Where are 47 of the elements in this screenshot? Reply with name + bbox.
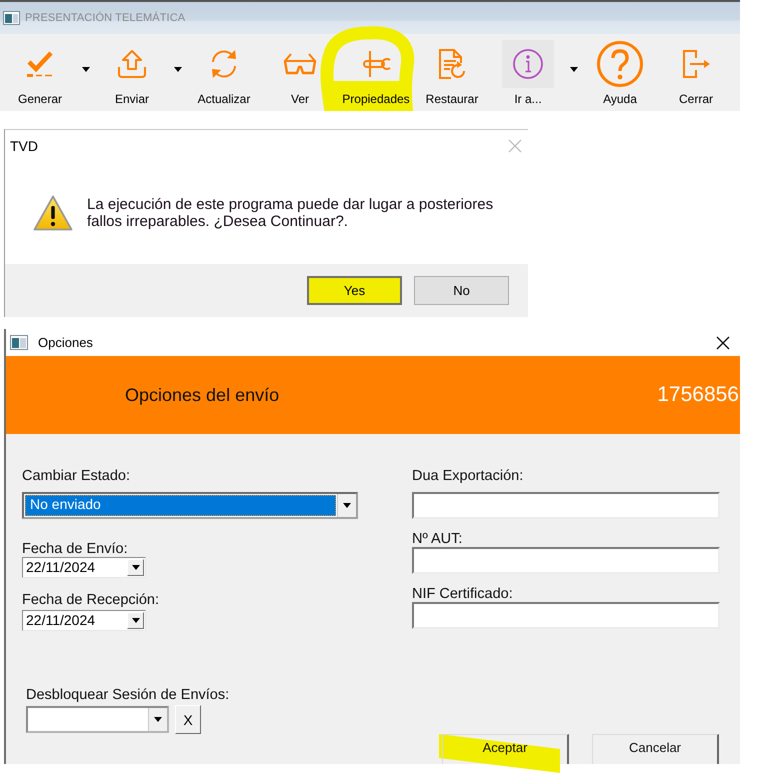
field-label: Nº AUT:	[412, 531, 464, 547]
warning-icon	[33, 195, 73, 231]
field-label: Cambiar Estado:	[22, 468, 131, 484]
dropdown-field[interactable]: No enviado	[22, 492, 358, 519]
dropdown-button[interactable]	[337, 494, 356, 517]
field-label: NIF Certificado:	[412, 586, 514, 602]
dialog-button[interactable]: No	[414, 276, 509, 305]
field-label: Desbloquear Sesión de Envíos:	[26, 687, 230, 703]
dialog-button[interactable]: Aceptar	[442, 734, 569, 764]
caret-icon	[570, 66, 578, 72]
caret-icon	[174, 66, 182, 72]
window-icon	[10, 335, 28, 350]
toolbar-button[interactable]: Restaurar	[426, 39, 478, 107]
field-label: Dua Exportación:	[412, 468, 524, 484]
caret-icon	[132, 565, 140, 570]
dialog-title: Opciones	[38, 335, 93, 350]
banner-title: Opciones del envío	[125, 384, 280, 406]
clear-button[interactable]: X	[175, 705, 201, 734]
toolbar-button[interactable]: Ayuda	[596, 39, 644, 107]
toolbar-button[interactable]: Actualizar	[198, 39, 250, 107]
field-label: Fecha de Envío:	[22, 541, 129, 557]
toolbar-button[interactable]: Ver	[283, 39, 317, 107]
caret-icon	[343, 503, 351, 508]
text-field[interactable]	[412, 492, 720, 519]
toolbar-button[interactable]: Cerrar	[678, 39, 713, 107]
date-field[interactable]: 22/11/2024	[22, 610, 146, 631]
date-field[interactable]: 22/11/2024	[22, 557, 146, 578]
window-title: PRESENTACIÓN TELEMÁTICA	[25, 12, 186, 24]
toolbar-button[interactable]: Enviar	[114, 39, 149, 107]
caret-icon	[132, 618, 140, 623]
dropdown-field[interactable]	[26, 706, 169, 733]
dropdown-button[interactable]	[148, 708, 167, 731]
text-field[interactable]	[412, 547, 720, 574]
window-icon	[3, 11, 20, 25]
toolbar-button[interactable]: Generar	[18, 39, 62, 107]
dialog-message: La ejecución de este programa puede dar lugar a posteriores fallos irreparables. ¿Desea Continuar?.	[87, 196, 494, 230]
dialog-button[interactable]: Cancelar	[592, 734, 719, 764]
caret-icon	[82, 66, 90, 72]
dialog-button[interactable]: Yes	[307, 276, 402, 305]
dialog-title: TVD	[10, 138, 38, 154]
shipment-number: 1756856	[657, 383, 739, 408]
text-field[interactable]	[412, 602, 720, 629]
caret-icon	[154, 717, 162, 722]
field-label: Fecha de Recepción:	[22, 592, 160, 608]
close-icon[interactable]	[716, 336, 730, 350]
selected-value: No enviado	[25, 495, 336, 516]
toolbar-button[interactable]: Ir a...	[502, 39, 554, 107]
